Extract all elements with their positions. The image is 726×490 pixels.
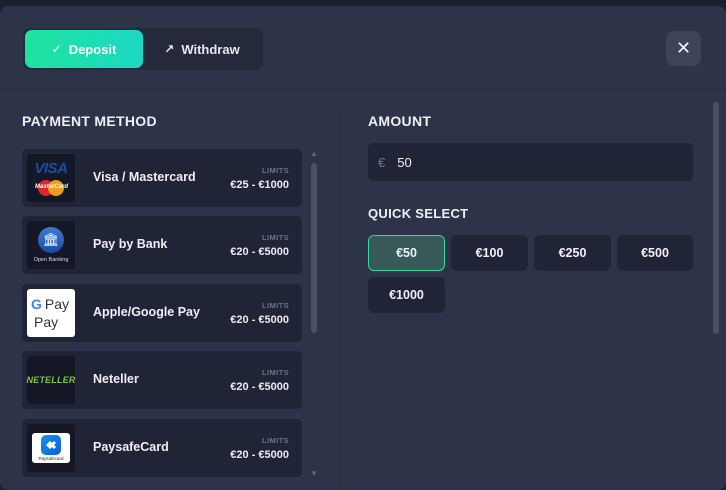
paysafecard-logo: Paysafecard: [27, 424, 75, 472]
bank-icon: 🏛: [38, 227, 64, 253]
close-icon: ✕: [675, 38, 692, 58]
arrow-up-right-icon: ↗: [164, 42, 175, 56]
scroll-up-icon[interactable]: ▲: [310, 149, 318, 158]
column-divider: [340, 114, 341, 490]
method-apple-google-pay[interactable]: G Pay Pay Apple/Google Pay LIMITS €20 - €…: [22, 284, 302, 342]
modal-header: ✓ Deposit ↗ Withdraw ✕: [0, 6, 726, 90]
method-neteller[interactable]: NETELLER Neteller LIMITS €20 - €5000: [22, 351, 302, 409]
payment-method-heading: PAYMENT METHOD: [22, 113, 157, 129]
amount-input[interactable]: € 50: [368, 143, 693, 181]
mastercard-icon: MasterCard: [35, 179, 68, 196]
check-icon: ✓: [51, 42, 62, 56]
modal-scrollbar-thumb[interactable]: [713, 102, 719, 334]
method-name: PaysafeCard: [93, 440, 169, 454]
method-name: Neteller: [93, 372, 139, 386]
scroll-down-icon[interactable]: ▼: [310, 469, 318, 478]
payment-modal: ✓ Deposit ↗ Withdraw ✕ PAYMENT METHOD VI…: [0, 6, 726, 490]
google-pay-icon: G Pay: [31, 296, 70, 312]
limits-label: LIMITS: [262, 436, 289, 445]
quick-select-heading: QUICK SELECT: [368, 206, 469, 221]
limits-value: €25 - €1000: [230, 179, 289, 191]
visa-logo-text: VISA: [34, 159, 68, 177]
quick-select-1000[interactable]: €1000: [368, 277, 445, 313]
limits-label: LIMITS: [262, 301, 289, 310]
limits-label: LIMITS: [262, 368, 289, 377]
quick-select-500[interactable]: €500: [617, 235, 693, 271]
amount-value: 50: [397, 154, 412, 170]
scrollbar-thumb[interactable]: [311, 163, 317, 333]
tab-withdraw-label: Withdraw: [181, 41, 240, 57]
visa-mastercard-logo: VISA MasterCard: [27, 154, 75, 202]
open-banking-logo: 🏛 Open Banking: [27, 221, 75, 269]
apple-pay-icon: Pay: [34, 314, 59, 330]
euro-icon: €: [378, 154, 386, 170]
method-name: Apple/Google Pay: [93, 305, 200, 319]
method-pay-by-bank[interactable]: 🏛 Open Banking Pay by Bank LIMITS €20 - …: [22, 216, 302, 274]
quick-select-250[interactable]: €250: [534, 235, 611, 271]
limits-value: €20 - €5000: [230, 381, 289, 393]
tab-withdraw[interactable]: ↗ Withdraw: [143, 30, 261, 68]
method-list-scrollbar[interactable]: ▲ ▼: [310, 149, 318, 479]
tab-deposit[interactable]: ✓ Deposit: [25, 30, 143, 68]
limits-value: €20 - €5000: [230, 314, 289, 326]
limits-label: LIMITS: [262, 166, 289, 175]
quick-select-100[interactable]: €100: [451, 235, 528, 271]
paysafecard-icon: [41, 435, 61, 455]
close-button[interactable]: ✕: [666, 31, 701, 66]
method-name: Visa / Mastercard: [93, 170, 196, 184]
quick-select-50[interactable]: €50: [368, 235, 445, 271]
limits-label: LIMITS: [262, 233, 289, 242]
limits-value: €20 - €5000: [230, 246, 289, 258]
neteller-logo: NETELLER: [26, 356, 75, 404]
method-paysafecard[interactable]: Paysafecard PaysafeCard LIMITS €20 - €50…: [22, 419, 302, 477]
deposit-withdraw-tabs: ✓ Deposit ↗ Withdraw: [23, 28, 263, 70]
limits-value: €20 - €5000: [230, 449, 289, 461]
method-visa-mastercard[interactable]: VISA MasterCard Visa / Mastercard LIMITS…: [22, 149, 302, 207]
amount-heading: AMOUNT: [368, 113, 432, 129]
method-name: Pay by Bank: [93, 237, 168, 251]
tab-deposit-label: Deposit: [68, 41, 117, 57]
apple-google-pay-logo: G Pay Pay: [27, 289, 75, 337]
